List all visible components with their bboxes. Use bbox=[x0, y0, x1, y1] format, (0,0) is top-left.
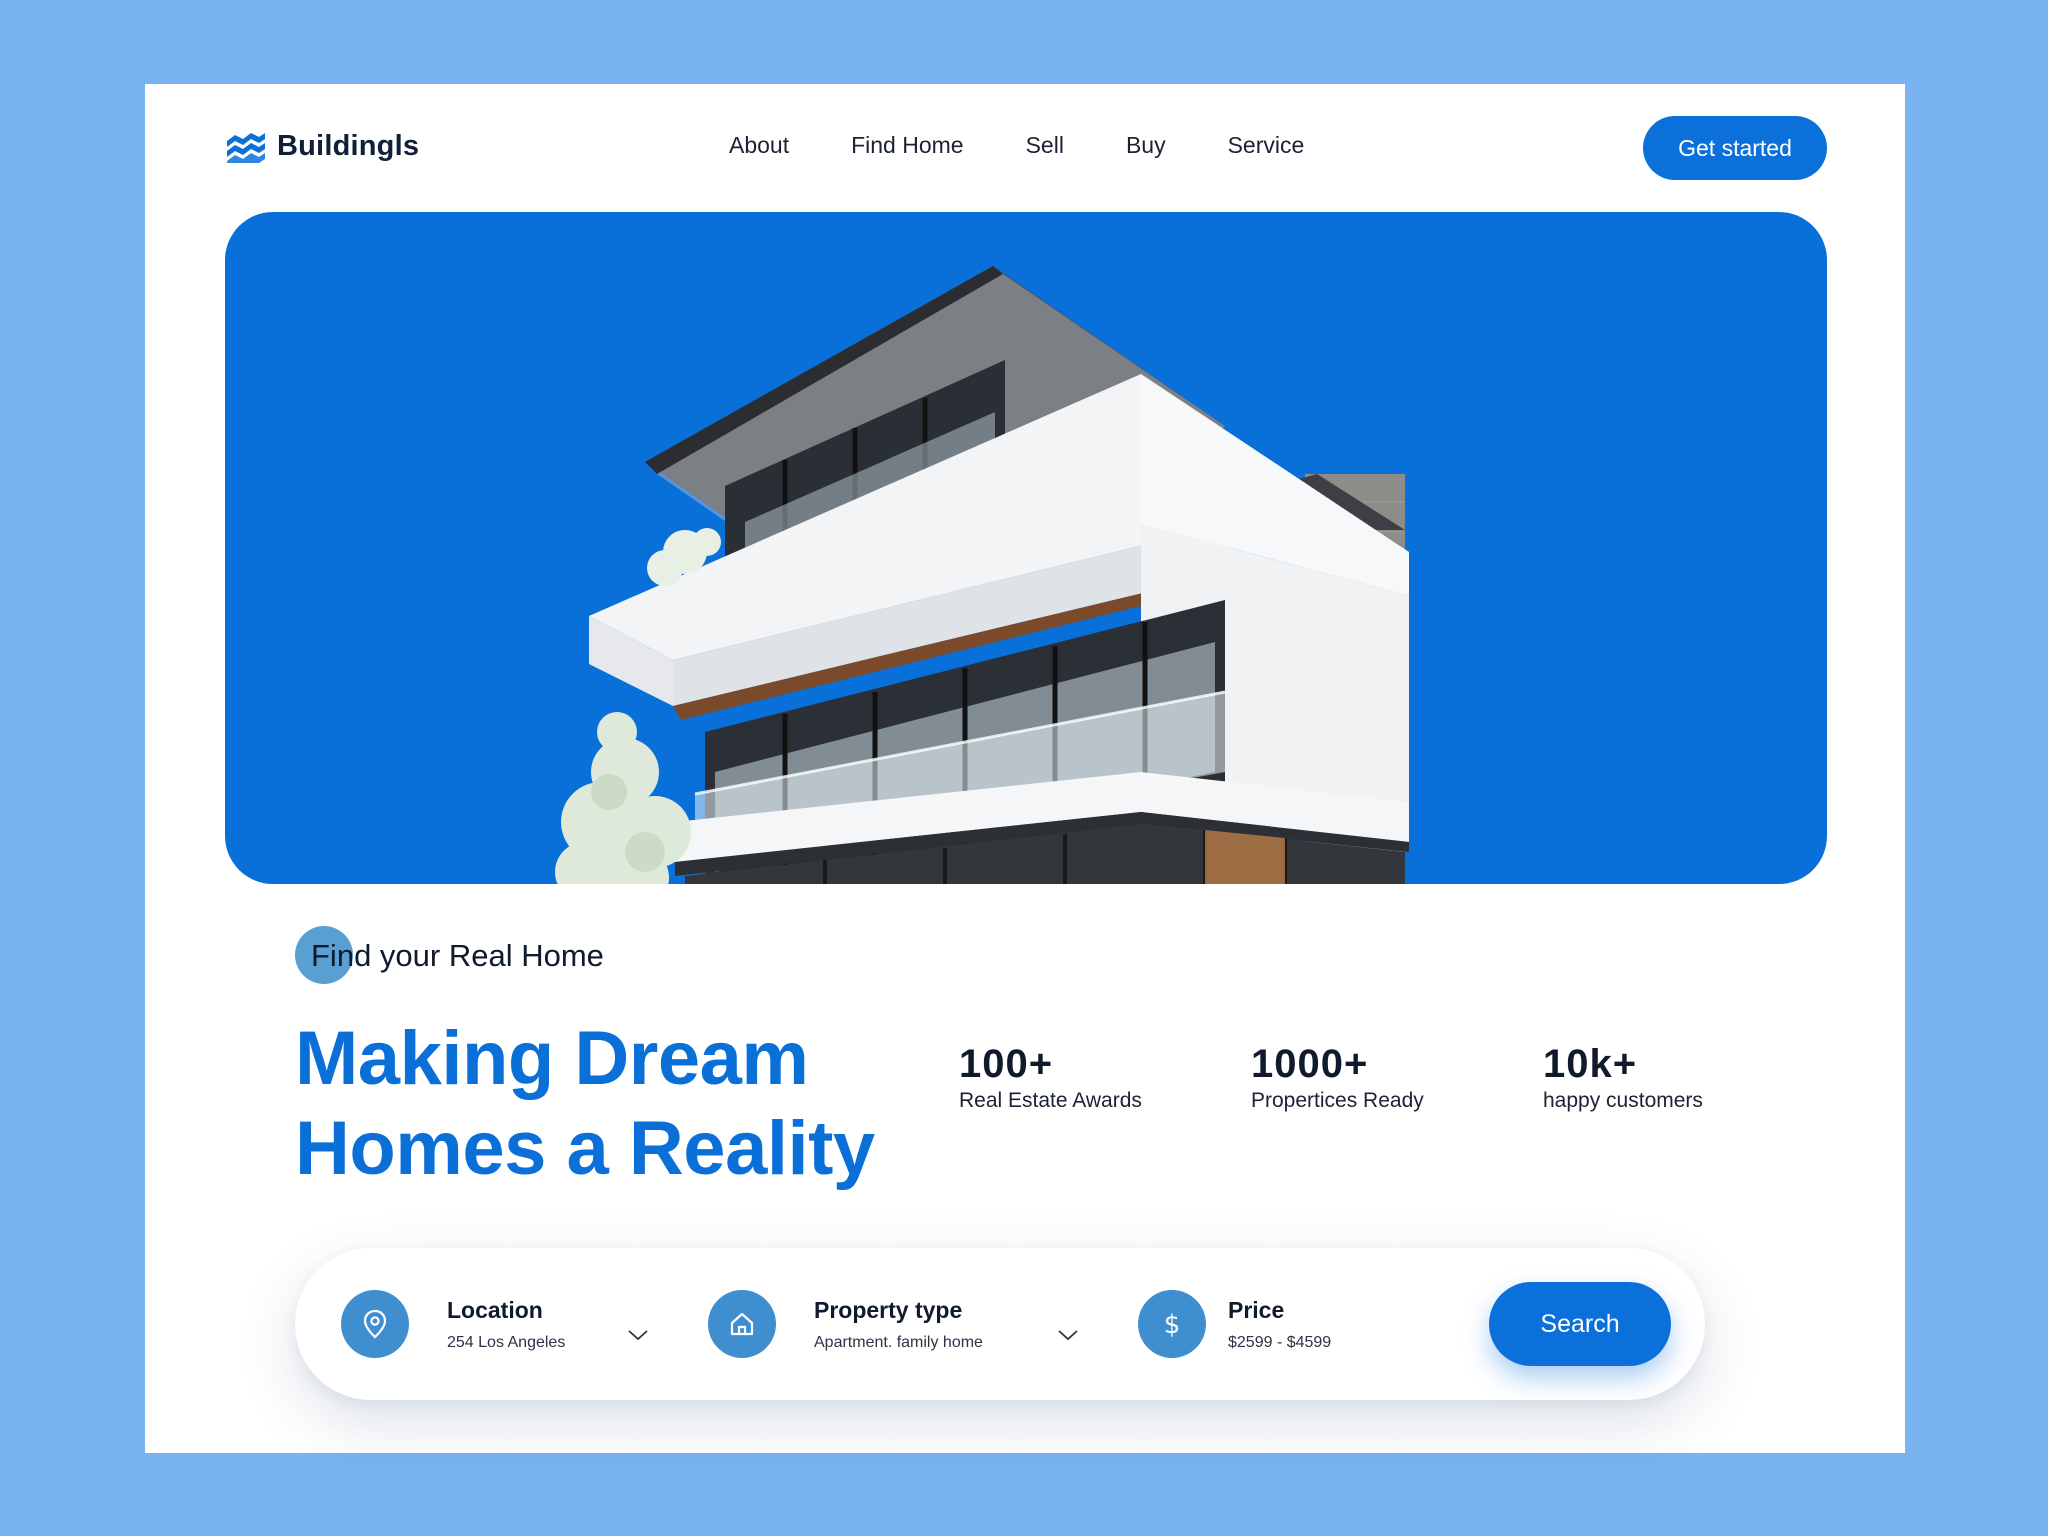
main-nav: About Find Home Sell Buy Service bbox=[729, 132, 1304, 159]
nav-about[interactable]: About bbox=[729, 132, 789, 159]
eyebrow-text: Find your Real Home bbox=[311, 938, 604, 973]
page-headline: Making Dream Homes a Reality bbox=[295, 1014, 935, 1194]
stat-value: 10k+ bbox=[1543, 1042, 1638, 1086]
property-type-label: Property type bbox=[814, 1296, 963, 1323]
nav-find-home[interactable]: Find Home bbox=[851, 132, 963, 159]
stats-row: 100+ Real Estate Awards 1000+ Propertice… bbox=[959, 1042, 1835, 1113]
stat-awards: 100+ Real Estate Awards bbox=[959, 1042, 1251, 1113]
page-card: Buildingls About Find Home Sell Buy Serv… bbox=[145, 84, 1905, 1453]
stat-label: happy customers bbox=[1543, 1089, 1703, 1112]
modern-house-image bbox=[555, 266, 1409, 884]
stat-label: Real Estate Awards bbox=[959, 1089, 1142, 1112]
price-value: $2599 - $4599 bbox=[1228, 1333, 1332, 1351]
search-button[interactable]: Search bbox=[1489, 1282, 1671, 1366]
price-label: Price bbox=[1228, 1296, 1285, 1323]
hero-banner bbox=[225, 212, 1827, 884]
home-icon bbox=[708, 1290, 776, 1358]
stat-value: 1000+ bbox=[1251, 1042, 1369, 1086]
logo-icon bbox=[227, 132, 265, 163]
nav-service[interactable]: Service bbox=[1228, 132, 1305, 159]
headline-line-1: Making Dream bbox=[295, 1016, 809, 1101]
location-chevron-down-icon[interactable] bbox=[627, 1328, 649, 1342]
headline-line-2: Homes a Reality bbox=[295, 1106, 875, 1191]
get-started-button[interactable]: Get started bbox=[1643, 116, 1827, 180]
property-search-bar: Location 254 Los Angeles Property type A… bbox=[295, 1248, 1705, 1400]
map-pin-icon bbox=[341, 1290, 409, 1358]
stat-value: 100+ bbox=[959, 1042, 1054, 1086]
stat-customers: 10k+ happy customers bbox=[1543, 1042, 1835, 1113]
stat-properties: 1000+ Propertices Ready bbox=[1251, 1042, 1543, 1113]
property-type-field[interactable]: Property type Apartment. family home bbox=[708, 1248, 983, 1400]
location-label: Location bbox=[447, 1296, 543, 1323]
brand-logo[interactable]: Buildingls bbox=[225, 130, 419, 163]
dollar-icon: $ bbox=[1138, 1290, 1206, 1358]
stat-label: Propertices Ready bbox=[1251, 1089, 1424, 1112]
property-chevron-down-icon[interactable] bbox=[1057, 1328, 1079, 1342]
nav-buy[interactable]: Buy bbox=[1126, 132, 1166, 159]
nav-sell[interactable]: Sell bbox=[1026, 132, 1064, 159]
svg-text:$: $ bbox=[1164, 1310, 1181, 1340]
property-type-value: Apartment. family home bbox=[814, 1333, 983, 1351]
price-field[interactable]: $ Price $2599 - $4599 bbox=[1138, 1248, 1331, 1400]
brand-name: Buildingls bbox=[277, 130, 420, 162]
location-value: 254 Los Angeles bbox=[447, 1333, 566, 1351]
location-field[interactable]: Location 254 Los Angeles bbox=[341, 1248, 565, 1400]
